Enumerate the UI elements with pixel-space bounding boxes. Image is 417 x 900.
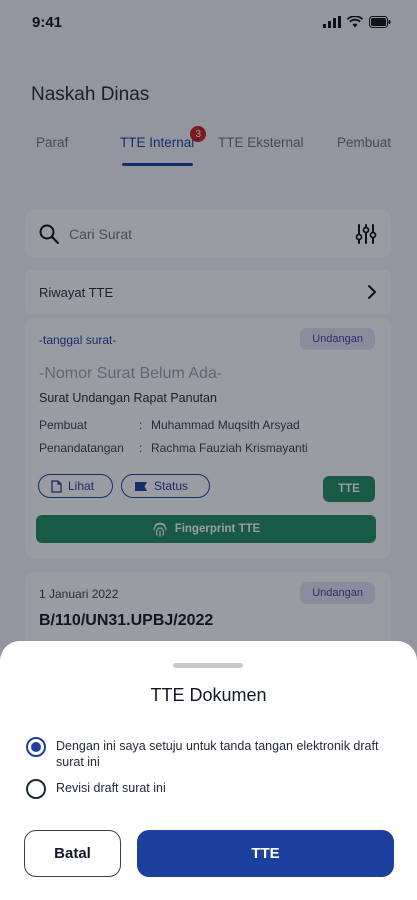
radio-agree[interactable] <box>26 737 46 757</box>
cancel-button[interactable]: Batal <box>24 830 121 877</box>
option-revise-label: Revisi draft surat ini <box>56 781 166 795</box>
radio-revise[interactable] <box>26 779 46 799</box>
confirm-tte-button[interactable]: TTE <box>137 830 394 877</box>
drag-handle[interactable] <box>173 663 243 668</box>
option-revise[interactable]: Revisi draft surat ini <box>26 779 396 799</box>
tte-bottom-sheet: TTE Dokumen Dengan ini saya setuju untuk… <box>0 641 417 900</box>
option-agree[interactable]: Dengan ini saya setuju untuk tanda tanga… <box>26 737 396 770</box>
option-agree-label: Dengan ini saya setuju untuk tanda tanga… <box>56 739 379 769</box>
sheet-title: TTE Dokumen <box>150 685 267 705</box>
